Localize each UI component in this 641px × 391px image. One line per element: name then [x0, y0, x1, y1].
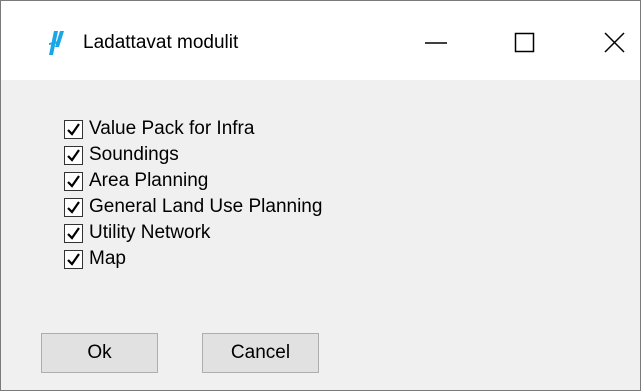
module-label[interactable]: Map: [89, 248, 126, 270]
close-button[interactable]: [579, 1, 639, 80]
minimize-icon: [425, 42, 447, 44]
cancel-button[interactable]: Cancel: [202, 333, 319, 373]
minimize-button[interactable]: [409, 1, 469, 80]
checkmark-icon: [67, 174, 80, 188]
module-label[interactable]: General Land Use Planning: [89, 196, 322, 218]
module-label[interactable]: Utility Network: [89, 222, 210, 244]
module-item[interactable]: Value Pack for Infra: [64, 116, 322, 142]
module-label[interactable]: Soundings: [89, 144, 179, 166]
module-label[interactable]: Value Pack for Infra: [89, 118, 254, 140]
module-checkbox[interactable]: [64, 197, 83, 217]
checkmark-icon: [67, 122, 80, 136]
checkmark-icon: [67, 148, 80, 162]
maximize-button[interactable]: [499, 1, 559, 80]
module-checkbox[interactable]: [64, 119, 83, 139]
module-item[interactable]: General Land Use Planning: [64, 194, 322, 220]
module-item[interactable]: Map: [64, 246, 322, 272]
module-item[interactable]: Soundings: [64, 142, 322, 168]
module-checkbox[interactable]: [64, 171, 83, 191]
module-checkbox[interactable]: [64, 223, 83, 243]
checkmark-icon: [67, 252, 80, 266]
module-label[interactable]: Area Planning: [89, 170, 208, 192]
close-icon: [604, 32, 625, 53]
module-checkbox[interactable]: [64, 145, 83, 165]
checkmark-icon: [67, 226, 80, 240]
ok-button[interactable]: Ok: [41, 333, 158, 373]
checkmark-icon: [67, 200, 80, 214]
module-checkbox[interactable]: [64, 249, 83, 269]
app-logo-icon: [47, 30, 65, 56]
maximize-icon: [514, 32, 535, 53]
dialog-window: Ladattavat modulit Value Pack for Infra …: [0, 0, 641, 391]
module-list: Value Pack for Infra Soundings Area Plan…: [64, 116, 322, 272]
title-bar[interactable]: Ladattavat modulit: [1, 1, 640, 80]
module-item[interactable]: Area Planning: [64, 168, 322, 194]
window-title: Ladattavat modulit: [83, 32, 239, 53]
dialog-body: Value Pack for Infra Soundings Area Plan…: [1, 80, 640, 390]
module-item[interactable]: Utility Network: [64, 220, 322, 246]
